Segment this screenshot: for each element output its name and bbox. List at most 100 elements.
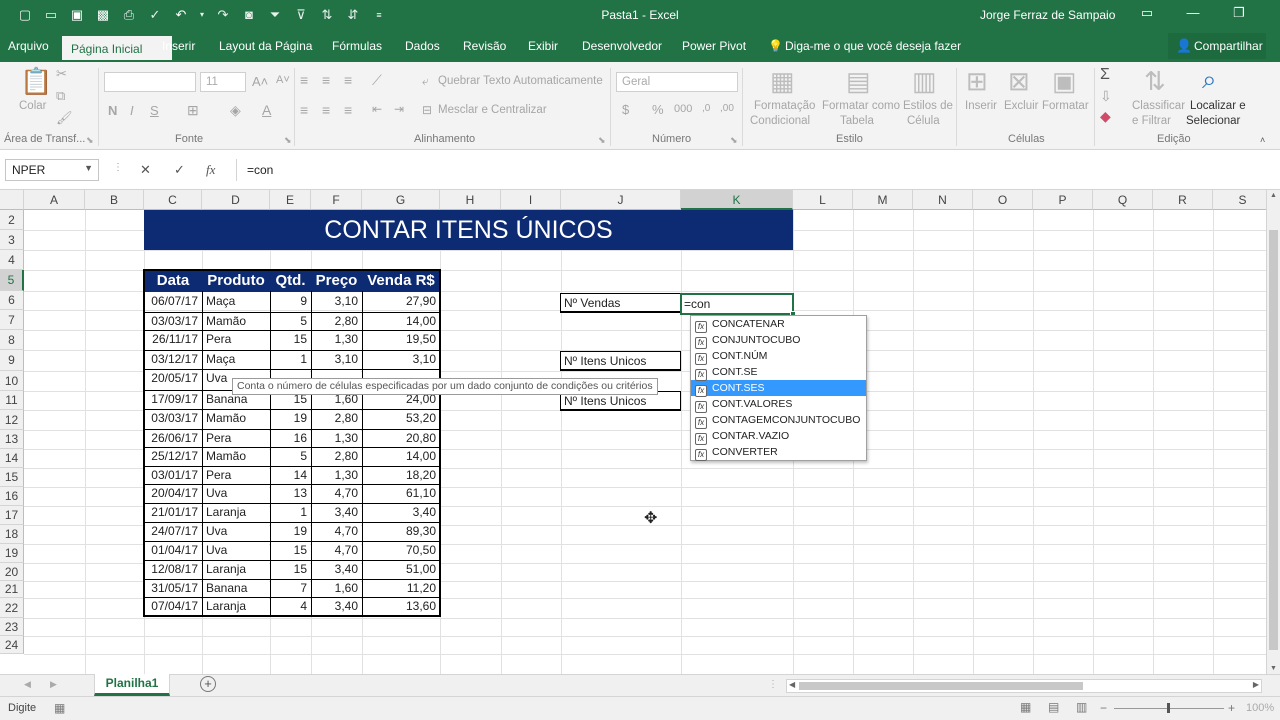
active-cell-k5[interactable]: =con <box>680 293 796 317</box>
table-header-3[interactable]: Qtd. <box>270 270 311 292</box>
col-header-b[interactable]: B <box>85 190 144 210</box>
fx-icon[interactable]: fx <box>206 162 215 178</box>
delete-cells-icon[interactable]: ⊠ <box>1008 66 1030 97</box>
font-name-box[interactable] <box>104 72 196 92</box>
merge-center-label[interactable]: Mesclar e Centralizar <box>438 104 547 116</box>
autocomplete-item[interactable]: fx CONT.SES <box>691 380 866 397</box>
chevron-down-icon[interactable]: ▼ <box>84 163 93 173</box>
insert-cells-icon[interactable]: ⊞ <box>966 66 988 97</box>
find-select-label-1[interactable]: Localizar e <box>1190 100 1246 112</box>
number-format-box[interactable]: Geral <box>616 72 738 92</box>
table-cell[interactable]: 3,10 <box>312 293 361 310</box>
table-cell[interactable]: 17/09/17 <box>145 391 201 408</box>
table-cell[interactable]: 13,60 <box>363 598 439 615</box>
table-cell[interactable]: Uva <box>203 485 269 502</box>
table-cell[interactable]: 15 <box>271 331 310 348</box>
find-select-icon[interactable]: ⌕ <box>1202 64 1217 96</box>
row-header-6[interactable]: 6 <box>0 291 24 310</box>
table-cell[interactable]: 5 <box>271 313 310 330</box>
table-cell[interactable]: 1,30 <box>312 331 361 348</box>
row-header-22[interactable]: 22 <box>0 598 24 618</box>
table-cell[interactable]: Pera <box>203 331 269 348</box>
name-box[interactable]: NPER ▼ <box>5 159 99 181</box>
table-cell[interactable]: 01/04/17 <box>145 542 201 559</box>
table-cell[interactable]: Laranja <box>203 504 269 521</box>
vertical-scroll-thumb[interactable] <box>1269 230 1278 650</box>
wrap-text-label[interactable]: Quebrar Texto Automaticamente <box>438 75 603 87</box>
table-cell[interactable]: 9 <box>271 293 310 310</box>
paste-icon[interactable]: 📋 <box>20 66 52 97</box>
underline-icon[interactable]: S <box>150 103 159 118</box>
format-painter-icon[interactable]: 🖌 <box>56 110 73 126</box>
table-cell[interactable]: 70,50 <box>363 542 439 559</box>
row-header-19[interactable]: 19 <box>0 544 24 563</box>
row-header-7[interactable]: 7 <box>0 310 24 330</box>
table-cell[interactable]: 31/05/17 <box>145 580 201 597</box>
row-header-12[interactable]: 12 <box>0 410 24 430</box>
delete-cells-label[interactable]: Excluir <box>1004 100 1039 112</box>
table-cell[interactable]: 20/04/17 <box>145 485 201 502</box>
col-header-r[interactable]: R <box>1153 190 1213 210</box>
percent-icon[interactable]: % <box>652 102 664 117</box>
share-button[interactable]: 👤 Compartilhar <box>1168 33 1266 59</box>
paste-label[interactable]: Colar <box>19 100 46 112</box>
cell-styles-label-1[interactable]: Estilos de <box>903 100 953 112</box>
row-header-4[interactable]: 4 <box>0 250 24 270</box>
format-table-label-1[interactable]: Formatar como <box>822 100 900 112</box>
align-bottom-icon[interactable]: ≡ <box>344 72 352 88</box>
table-cell[interactable]: 12/08/17 <box>145 561 201 578</box>
collapse-ribbon-icon[interactable]: ˄ <box>1260 135 1265 145</box>
table-cell[interactable]: 4,70 <box>312 485 361 502</box>
sort-filter-icon[interactable]: ⇅ <box>1144 66 1166 97</box>
table-header-1[interactable]: Data <box>144 270 202 292</box>
normal-view-icon[interactable]: ▦ <box>1020 700 1031 714</box>
col-header-a[interactable]: A <box>24 190 85 210</box>
table-cell[interactable]: Mamão <box>203 410 269 427</box>
table-cell[interactable]: 20/05/17 <box>145 370 201 387</box>
table-cell[interactable]: 2,80 <box>312 448 361 465</box>
scroll-left-icon[interactable]: ◀ <box>789 680 795 689</box>
copy-icon[interactable]: ⧉ <box>56 88 65 104</box>
cell-styles-label-2[interactable]: Célula <box>907 115 940 127</box>
tab-dados[interactable]: Dados <box>405 39 440 53</box>
format-cells-icon[interactable]: ▣ <box>1052 66 1077 97</box>
table-cell[interactable]: 18,20 <box>363 467 439 484</box>
table-cell[interactable]: Banana <box>203 580 269 597</box>
fill-color-icon[interactable]: ◈ <box>230 102 241 119</box>
macro-record-icon[interactable]: ▦ <box>54 701 65 715</box>
sort-filter-label-1[interactable]: Classificar <box>1132 100 1185 112</box>
table-cell[interactable]: 3,10 <box>312 351 361 368</box>
table-cell[interactable]: 14 <box>271 467 310 484</box>
tell-me-search[interactable]: Diga-me o que você deseja fazer <box>785 39 961 53</box>
table-cell[interactable]: 06/07/17 <box>145 293 201 310</box>
col-header-p[interactable]: P <box>1033 190 1093 210</box>
wrap-text-icon[interactable]: ⤶ <box>422 74 429 89</box>
table-cell[interactable]: 4 <box>271 598 310 615</box>
row-header-17[interactable]: 17 <box>0 506 24 525</box>
table-cell[interactable]: Pera <box>203 430 269 447</box>
table-cell[interactable]: 03/01/17 <box>145 467 201 484</box>
row-header-18[interactable]: 18 <box>0 525 24 544</box>
autocomplete-item[interactable]: fx CONTAGEMCONJUNTOCUBO <box>691 412 866 429</box>
col-header-i[interactable]: I <box>501 190 561 210</box>
table-cell[interactable]: 26/06/17 <box>145 430 201 447</box>
minimize-icon[interactable]: — <box>1170 5 1216 21</box>
autocomplete-item[interactable]: fx CONT.NÚM <box>691 348 866 365</box>
table-cell[interactable]: 14,00 <box>363 313 439 330</box>
col-header-k[interactable]: K <box>681 190 793 210</box>
col-header-e[interactable]: E <box>270 190 311 210</box>
zoom-slider-thumb[interactable] <box>1167 703 1170 713</box>
autocomplete-item[interactable]: fx CONT.VALORES <box>691 396 866 413</box>
table-cell[interactable]: 07/04/17 <box>145 598 201 615</box>
col-header-d[interactable]: D <box>202 190 270 210</box>
sort-filter-label-2[interactable]: e Filtrar <box>1132 115 1171 127</box>
table-header-2[interactable]: Produto <box>202 270 270 292</box>
autocomplete-item[interactable]: fx CONTAR.VAZIO <box>691 428 866 445</box>
orientation-icon[interactable]: ⟋ <box>372 72 382 89</box>
find-select-label-2[interactable]: Selecionar <box>1186 115 1240 127</box>
table-cell[interactable]: 13 <box>271 485 310 502</box>
col-header-n[interactable]: N <box>913 190 973 210</box>
row-header-16[interactable]: 16 <box>0 487 24 506</box>
table-cell[interactable]: 16 <box>271 430 310 447</box>
tell-me-icon[interactable]: 💡 <box>768 39 783 53</box>
